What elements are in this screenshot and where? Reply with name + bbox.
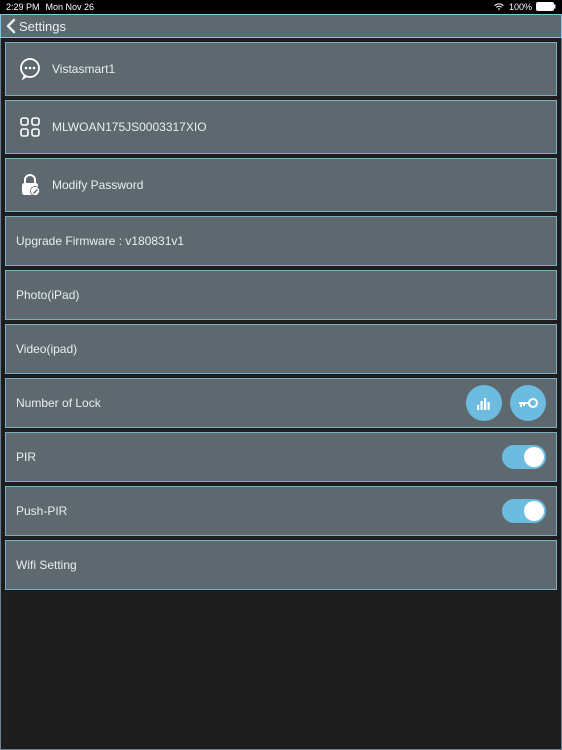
upgrade-firmware-label: Upgrade Firmware : v180831v1 [16,234,546,248]
lock-key-button[interactable] [510,385,546,421]
lock-edit-icon [16,171,44,199]
key-icon [516,393,540,413]
status-left: 2:29 PM Mon Nov 26 [6,2,94,12]
nav-bar[interactable]: Settings [0,14,562,38]
battery-percent: 100% [509,2,532,12]
row-pir[interactable]: PIR [5,432,557,482]
row-device-name[interactable]: Vistasmart1 [5,42,557,96]
nav-title: Settings [19,19,66,34]
settings-list: Vistasmart1 MLWOAN175JS0003317XIO Modify… [0,38,562,750]
speech-ellipsis-icon [16,55,44,83]
lock-stats-button[interactable] [466,385,502,421]
photo-label: Photo(iPad) [16,288,546,302]
device-id-label: MLWOAN175JS0003317XIO [52,120,546,134]
chevron-left-icon [5,18,17,34]
video-label: Video(ipad) [16,342,546,356]
status-right: 100% [493,2,556,13]
grid-icon [16,113,44,141]
status-time: 2:29 PM [6,2,40,12]
lock-actions [458,385,546,421]
row-number-of-lock[interactable]: Number of Lock [5,378,557,428]
battery-icon [536,2,556,13]
push-pir-toggle[interactable] [502,499,546,523]
row-wifi-setting[interactable]: Wifi Setting [5,540,557,590]
device-name-label: Vistasmart1 [52,62,546,76]
wifi-icon [493,2,505,13]
status-bar: 2:29 PM Mon Nov 26 100% [0,0,562,14]
bars-icon [474,393,494,413]
row-photo[interactable]: Photo(iPad) [5,270,557,320]
push-pir-label: Push-PIR [16,504,502,518]
number-of-lock-label: Number of Lock [16,396,458,410]
pir-label: PIR [16,450,502,464]
row-push-pir[interactable]: Push-PIR [5,486,557,536]
row-video[interactable]: Video(ipad) [5,324,557,374]
pir-toggle[interactable] [502,445,546,469]
status-date: Mon Nov 26 [46,2,95,12]
row-upgrade-firmware[interactable]: Upgrade Firmware : v180831v1 [5,216,557,266]
wifi-setting-label: Wifi Setting [16,558,546,572]
row-device-id[interactable]: MLWOAN175JS0003317XIO [5,100,557,154]
modify-password-label: Modify Password [52,178,546,192]
row-modify-password[interactable]: Modify Password [5,158,557,212]
